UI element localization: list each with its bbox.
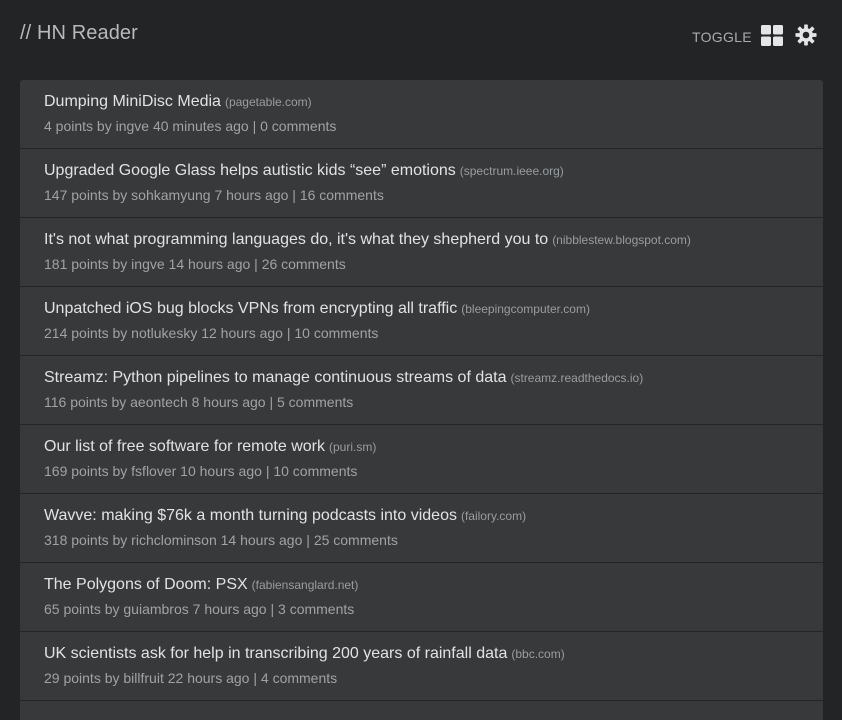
story-meta: 147 points by sohkamyung 7 hours ago | 1… bbox=[44, 187, 384, 203]
grid-icon[interactable] bbox=[761, 25, 783, 46]
story-info: 214 points by notlukesky 12 hours ago bbox=[44, 325, 283, 341]
app-header: // HN Reader TOGGLE bbox=[0, 0, 842, 72]
story-list: Dumping MiniDisc Media (pagetable.com) 4 p… bbox=[20, 80, 823, 720]
comments-link[interactable]: 10 comments bbox=[294, 325, 378, 341]
meta-separator: | bbox=[286, 325, 291, 341]
story-info: 318 points by richclominson 14 hours ago bbox=[44, 532, 303, 548]
comments-link[interactable]: 3 comments bbox=[278, 601, 354, 617]
comments-link[interactable]: 10 comments bbox=[273, 463, 357, 479]
comments-link[interactable]: 0 comments bbox=[260, 118, 336, 134]
story-domain: (nibblestew.blogspot.com) bbox=[552, 233, 691, 247]
comments-link[interactable]: 4 comments bbox=[261, 670, 337, 686]
meta-separator: | bbox=[253, 670, 257, 686]
story-domain: (fabiensanglard.net) bbox=[251, 578, 359, 592]
story-title-row: Wavve: making $76k a month turning podca… bbox=[44, 507, 526, 525]
meta-separator: | bbox=[270, 601, 275, 617]
meta-separator: | bbox=[292, 187, 296, 203]
story-info: 116 points by aeontech 8 hours ago bbox=[44, 394, 266, 410]
meta-separator: | bbox=[269, 394, 274, 410]
comments-link[interactable]: 5 comments bbox=[277, 394, 353, 410]
comments-link[interactable]: 26 comments bbox=[262, 256, 346, 272]
story-domain: (bbc.com) bbox=[511, 647, 565, 661]
story-title-link[interactable]: Unpatched iOS bug blocks VPNs from encry… bbox=[44, 300, 457, 317]
list-item[interactable]: The Polygons of Doom: PSX (fabiensanglard… bbox=[20, 563, 823, 632]
comments-link[interactable]: 16 comments bbox=[300, 187, 384, 203]
story-title-row: UK scientists ask for help in transcribi… bbox=[44, 645, 565, 663]
gear-icon[interactable] bbox=[795, 24, 817, 46]
story-domain: (pagetable.com) bbox=[224, 95, 312, 109]
story-info: 147 points by sohkamyung 7 hours ago bbox=[44, 187, 289, 203]
story-meta: 29 points by billfruit 22 hours ago | 4 … bbox=[44, 670, 337, 686]
story-info: 4 points by ingve 40 minutes ago bbox=[44, 118, 249, 134]
story-title-link[interactable]: Dumping MiniDisc Media bbox=[44, 93, 221, 110]
story-domain: (failory.com) bbox=[460, 509, 527, 523]
story-title-row: Unpatched iOS bug blocks VPNs from encry… bbox=[44, 300, 590, 318]
list-item[interactable]: Dumping MiniDisc Media (pagetable.com) 4 p… bbox=[20, 80, 823, 149]
meta-separator: | bbox=[252, 118, 257, 134]
list-item[interactable]: Our list of free software for remote wor… bbox=[20, 425, 823, 494]
story-meta: 65 points by guiambros 7 hours ago | 3 c… bbox=[44, 601, 354, 617]
list-item[interactable]: Streamz: Python pipelines to manage cont… bbox=[20, 356, 823, 425]
story-title-link[interactable]: Streamz: Python pipelines to manage cont… bbox=[44, 369, 506, 386]
toggle-button[interactable]: TOGGLE bbox=[692, 29, 752, 45]
story-title-row: Dumping MiniDisc Media (pagetable.com) bbox=[44, 93, 312, 111]
meta-separator: | bbox=[254, 256, 258, 272]
app-title: // HN Reader bbox=[20, 22, 138, 44]
story-title-link[interactable]: The Polygons of Doom: PSX bbox=[44, 576, 248, 593]
list-item[interactable]: Unpatched iOS bug blocks VPNs from encry… bbox=[20, 287, 823, 356]
story-info: 29 points by billfruit 22 hours ago bbox=[44, 670, 250, 686]
story-meta: 214 points by notlukesky 12 hours ago | … bbox=[44, 325, 378, 341]
story-title-row: Our list of free software for remote wor… bbox=[44, 438, 376, 456]
story-title-link[interactable]: Upgraded Google Glass helps autistic kid… bbox=[44, 162, 456, 179]
story-title-link[interactable]: Our list of free software for remote wor… bbox=[44, 438, 325, 455]
list-item[interactable]: Wavve: making $76k a month turning podca… bbox=[20, 494, 823, 563]
story-info: 65 points by guiambros 7 hours ago bbox=[44, 601, 267, 617]
story-title-link[interactable]: UK scientists ask for help in transcribi… bbox=[44, 645, 507, 662]
story-domain: (puri.sm) bbox=[328, 440, 377, 454]
story-meta: 169 points by fsflover 10 hours ago | 10… bbox=[44, 463, 357, 479]
story-meta: 181 points by ingve 14 hours ago | 26 co… bbox=[44, 256, 346, 272]
story-meta: 116 points by aeontech 8 hours ago | 5 c… bbox=[44, 394, 353, 410]
story-title-row: The Polygons of Doom: PSX (fabiensanglard… bbox=[44, 576, 358, 594]
list-item[interactable]: Upgraded Google Glass helps autistic kid… bbox=[20, 149, 823, 218]
story-info: 169 points by fsflover 10 hours ago bbox=[44, 463, 262, 479]
story-domain: (streamz.readthedocs.io) bbox=[510, 371, 644, 385]
story-title-link[interactable]: It's not what programming languages do, … bbox=[44, 231, 548, 248]
story-meta: 4 points by ingve 40 minutes ago | 0 com… bbox=[44, 118, 336, 134]
meta-separator: | bbox=[265, 463, 270, 479]
story-title-row: Upgraded Google Glass helps autistic kid… bbox=[44, 162, 564, 180]
list-item[interactable]: UK scientists ask for help in transcribi… bbox=[20, 632, 823, 701]
story-title-link[interactable]: Wavve: making $76k a month turning podca… bbox=[44, 507, 457, 524]
comments-link[interactable]: 25 comments bbox=[314, 532, 398, 548]
story-title-row: Streamz: Python pipelines to manage cont… bbox=[44, 369, 643, 387]
story-title-row: It's not what programming languages do, … bbox=[44, 231, 691, 249]
story-info: 181 points by ingve 14 hours ago bbox=[44, 256, 251, 272]
meta-separator: | bbox=[306, 532, 310, 548]
story-meta: 318 points by richclominson 14 hours ago… bbox=[44, 532, 398, 548]
story-domain: (spectrum.ieee.org) bbox=[459, 164, 564, 178]
list-item[interactable]: It's not what programming languages do, … bbox=[20, 218, 823, 287]
story-domain: (bleepingcomputer.com) bbox=[461, 302, 590, 316]
